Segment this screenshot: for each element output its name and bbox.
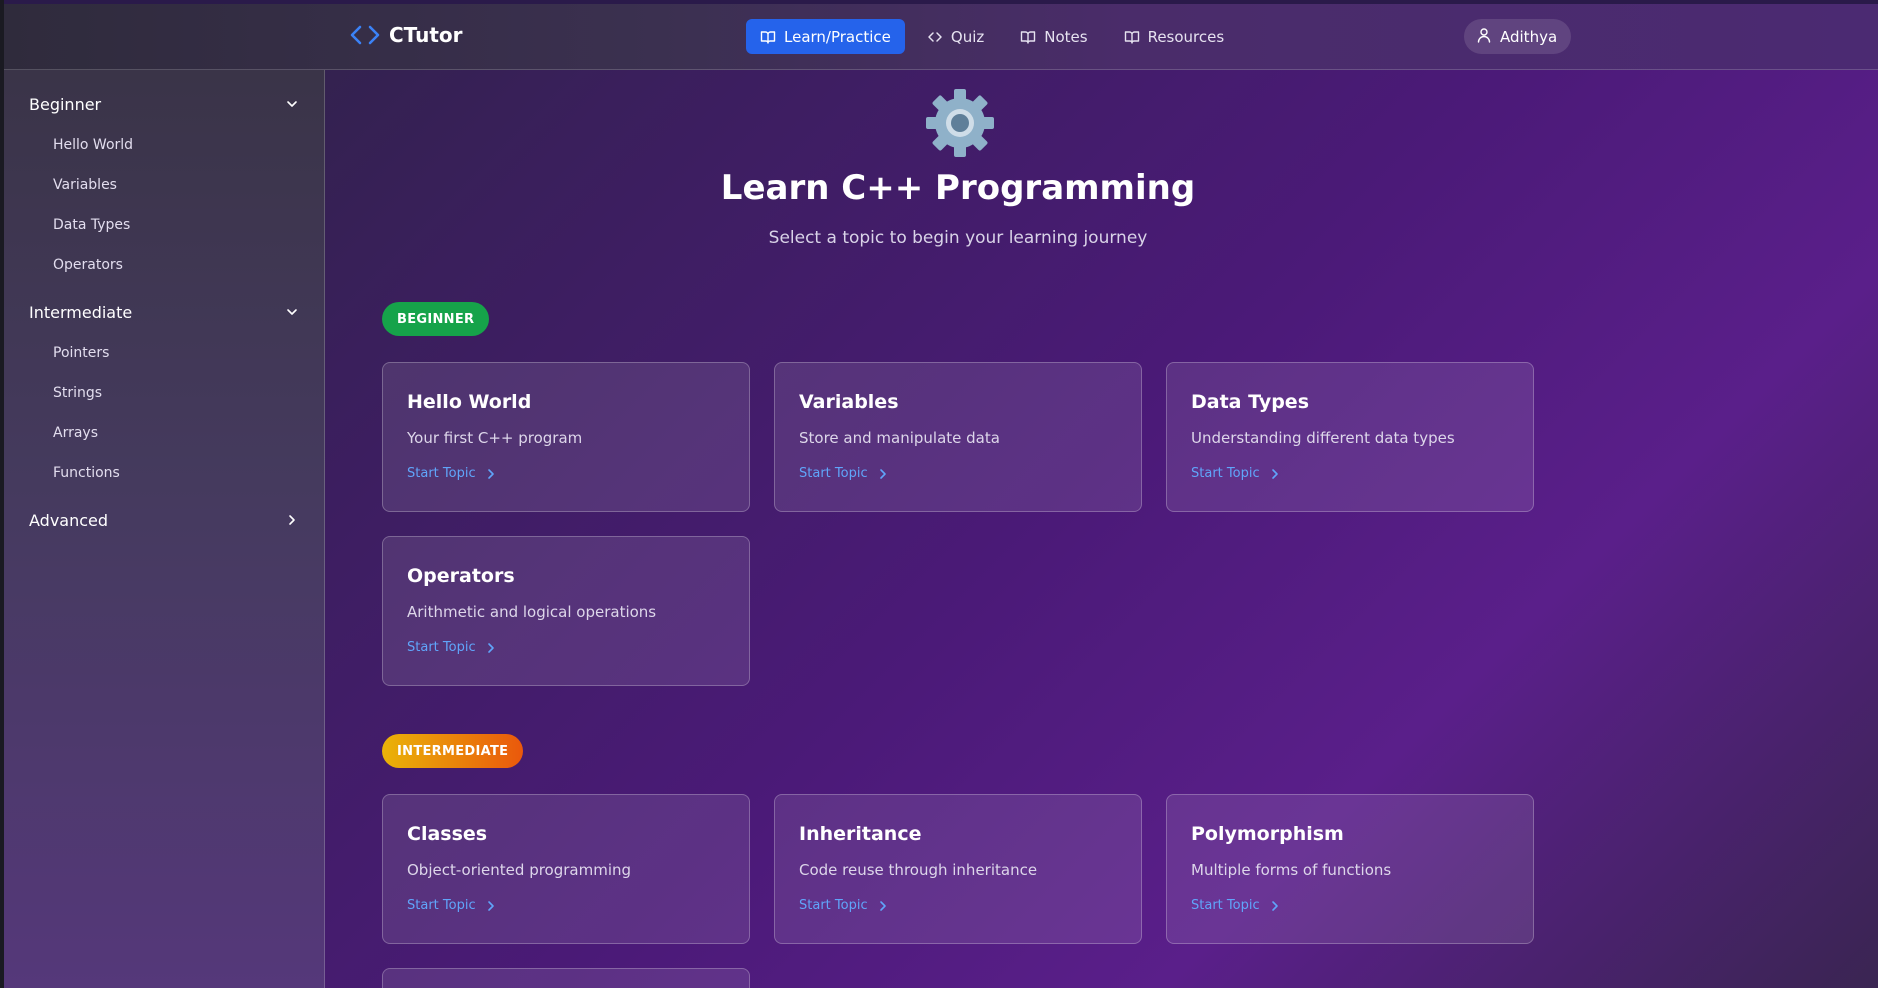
start-topic-link[interactable]: Start Topic (407, 898, 496, 913)
main-nav: Learn/Practice Quiz Notes Resources (746, 19, 1238, 54)
link-label: Start Topic (799, 466, 868, 481)
chevron-right-icon (1270, 900, 1280, 912)
card-description: Code reuse through inheritance (799, 861, 1038, 879)
sidebar-item-functions[interactable]: Functions (53, 465, 120, 481)
chevron-right-icon (878, 468, 888, 480)
topic-card-inheritance[interactable]: Inheritance Code reuse through inheritan… (774, 794, 1142, 944)
sidebar-item-variables[interactable]: Variables (53, 177, 117, 193)
topic-card-hello-world[interactable]: Hello World Your first C++ program Start… (382, 362, 750, 512)
page-title: Learn C++ Programming (720, 168, 1196, 208)
card-title: Operators (407, 565, 515, 587)
sidebar-item-strings[interactable]: Strings (53, 385, 102, 401)
nav-resources[interactable]: Resources (1110, 19, 1239, 54)
book-open-icon (1124, 29, 1140, 45)
sidebar-item-pointers[interactable]: Pointers (53, 345, 109, 361)
nav-quiz[interactable]: Quiz (913, 19, 998, 54)
chevron-right-icon (1270, 468, 1280, 480)
topic-card-polymorphism[interactable]: Polymorphism Multiple forms of functions… (1166, 794, 1534, 944)
nav-notes[interactable]: Notes (1006, 19, 1101, 54)
nav-learn-practice[interactable]: Learn/Practice (746, 19, 905, 54)
start-topic-link[interactable]: Start Topic (1191, 898, 1280, 913)
card-title: Inheritance (799, 823, 922, 845)
page-subtitle: Select a topic to begin your learning jo… (768, 228, 1148, 248)
sidebar-section-intermediate[interactable]: Intermediate (29, 297, 299, 327)
topic-card-operators[interactable]: Operators Arithmetic and logical operati… (382, 536, 750, 686)
card-description: Your first C++ program (407, 429, 583, 447)
chevron-down-icon (285, 305, 299, 319)
card-title: Variables (799, 391, 899, 413)
code-brackets-icon (349, 23, 381, 47)
chevron-right-icon (878, 900, 888, 912)
sidebar-item-operators[interactable]: Operators (53, 257, 123, 273)
card-description: Object-oriented programming (407, 861, 632, 879)
sidebar-item-arrays[interactable]: Arrays (53, 425, 98, 441)
sidebar-section-advanced[interactable]: Advanced (29, 505, 299, 535)
chevron-right-icon (285, 513, 299, 527)
topic-card-classes[interactable]: Classes Object-oriented programming Star… (382, 794, 750, 944)
gear-icon (923, 86, 997, 160)
top-navbar: CTutor Learn/Practice Quiz Notes Resourc… (4, 4, 1878, 70)
main-content: Learn C++ Programming Select a topic to … (325, 70, 1878, 988)
brand[interactable]: CTutor (349, 23, 463, 47)
sidebar-item-hello-world[interactable]: Hello World (53, 137, 133, 153)
card-description: Multiple forms of functions (1191, 861, 1392, 879)
topic-card-data-types[interactable]: Data Types Understanding different data … (1166, 362, 1534, 512)
start-topic-link[interactable]: Start Topic (1191, 466, 1280, 481)
start-topic-link[interactable]: Start Topic (799, 898, 888, 913)
section-label: Intermediate (29, 302, 133, 322)
chevron-right-icon (486, 468, 496, 480)
sidebar-item-data-types[interactable]: Data Types (53, 217, 130, 233)
card-description: Arithmetic and logical operations (407, 603, 657, 621)
nav-label: Learn/Practice (784, 27, 891, 46)
beginner-badge: BEGINNER (382, 302, 490, 336)
link-label: Start Topic (407, 898, 476, 913)
card-title: Polymorphism (1191, 823, 1344, 845)
chevron-right-icon (486, 642, 496, 654)
topic-card-partial[interactable] (382, 968, 750, 988)
link-label: Start Topic (407, 640, 476, 655)
card-title: Classes (407, 823, 488, 845)
link-label: Start Topic (1191, 898, 1260, 913)
chevron-down-icon (285, 97, 299, 111)
book-open-icon (1020, 29, 1036, 45)
chevron-right-icon (486, 900, 496, 912)
start-topic-link[interactable]: Start Topic (407, 640, 496, 655)
nav-label: Quiz (950, 27, 985, 46)
card-description: Store and manipulate data (799, 429, 1000, 447)
card-title: Hello World (407, 391, 532, 413)
section-label: Advanced (29, 510, 109, 530)
code-icon (927, 29, 943, 45)
start-topic-link[interactable]: Start Topic (407, 466, 496, 481)
book-open-icon (760, 29, 776, 45)
brand-name: CTutor (389, 23, 463, 47)
start-topic-link[interactable]: Start Topic (799, 466, 888, 481)
user-icon (1476, 27, 1492, 47)
nav-label: Resources (1147, 27, 1225, 46)
intermediate-badge: INTERMEDIATE (382, 734, 524, 768)
nav-label: Notes (1044, 27, 1088, 46)
link-label: Start Topic (799, 898, 868, 913)
section-label: Beginner (29, 94, 102, 114)
sidebar-section-beginner[interactable]: Beginner (29, 89, 299, 119)
card-description: Understanding different data types (1191, 429, 1455, 447)
card-title: Data Types (1191, 391, 1309, 413)
topic-card-variables[interactable]: Variables Store and manipulate data Star… (774, 362, 1142, 512)
topic-sidebar: Beginner Hello World Variables Data Type… (4, 70, 325, 988)
link-label: Start Topic (407, 466, 476, 481)
user-menu-button[interactable]: Adithya (1464, 19, 1572, 54)
link-label: Start Topic (1191, 466, 1260, 481)
user-name: Adithya (1500, 27, 1558, 46)
